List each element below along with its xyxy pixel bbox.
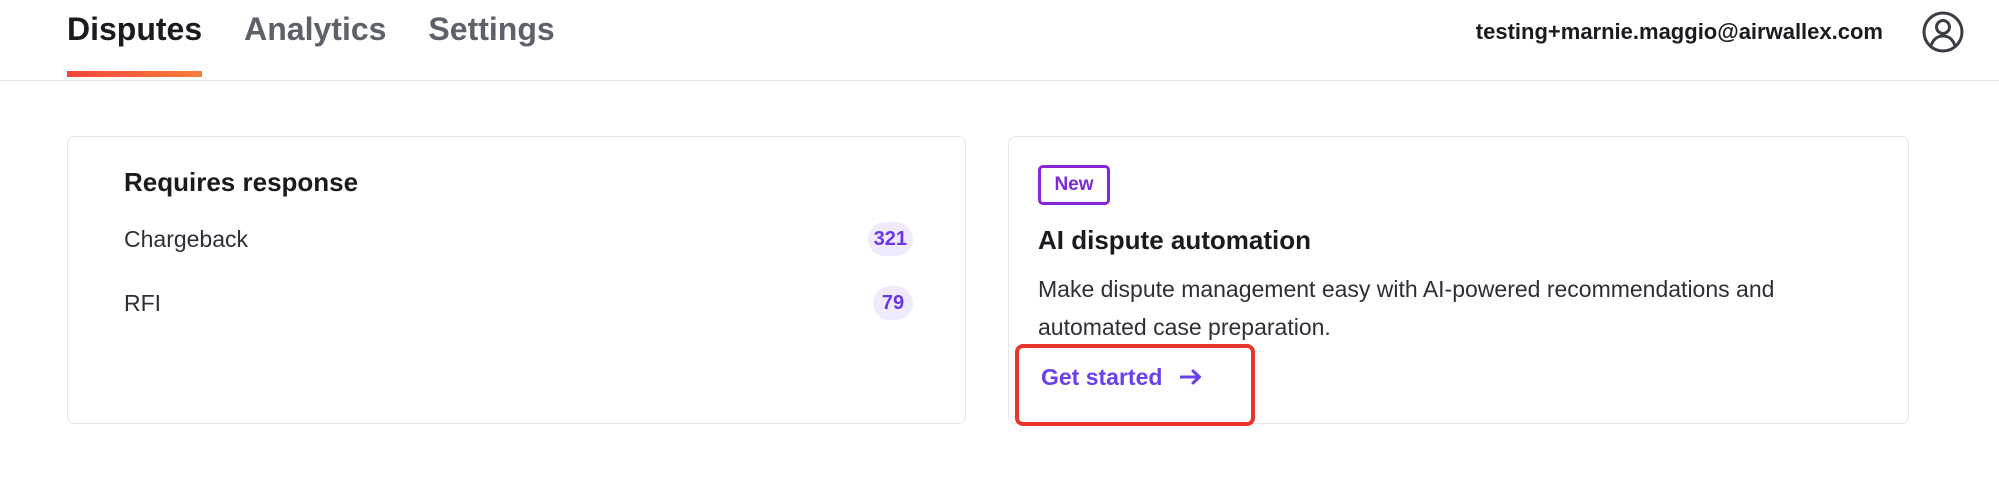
active-tab-indicator xyxy=(67,71,203,77)
tab-disputes[interactable]: Disputes xyxy=(67,0,203,80)
requires-response-title: Requires response xyxy=(124,167,359,197)
tab-settings-label: Settings xyxy=(428,11,555,47)
user-circle-icon[interactable] xyxy=(1921,10,1965,54)
chargeback-label: Chargeback xyxy=(124,225,249,252)
get-started-label: Get started xyxy=(1041,363,1163,390)
ai-card-description: Make dispute management easy with AI-pow… xyxy=(1038,276,1775,340)
rfi-count-badge: 79 xyxy=(873,286,913,320)
ai-dispute-automation-card: New AI dispute automation Make dispute m… xyxy=(1008,136,1909,424)
new-badge: New xyxy=(1038,165,1110,205)
get-started-link[interactable]: Get started xyxy=(1041,355,1202,399)
user-email: testing+marnie.maggio@airwallex.com xyxy=(1475,19,1883,44)
rfi-label: RFI xyxy=(124,289,162,316)
chargeback-row[interactable]: Chargeback 321 xyxy=(124,219,913,259)
ai-card-title: AI dispute automation xyxy=(1038,225,1311,255)
arrow-right-icon xyxy=(1180,369,1202,385)
requires-response-card: Requires response Chargeback 321 RFI 79 xyxy=(67,136,966,424)
tab-analytics-label: Analytics xyxy=(244,11,387,47)
rfi-row[interactable]: RFI 79 xyxy=(124,283,913,323)
chargeback-count-badge: 321 xyxy=(867,222,913,256)
tab-analytics[interactable]: Analytics xyxy=(244,0,386,80)
tab-settings[interactable]: Settings xyxy=(428,0,554,80)
top-nav-bar: Disputes Analytics Settings testing+marn… xyxy=(0,0,1999,81)
main-tabs: Disputes Analytics Settings xyxy=(67,0,597,80)
tab-disputes-label: Disputes xyxy=(67,11,203,47)
